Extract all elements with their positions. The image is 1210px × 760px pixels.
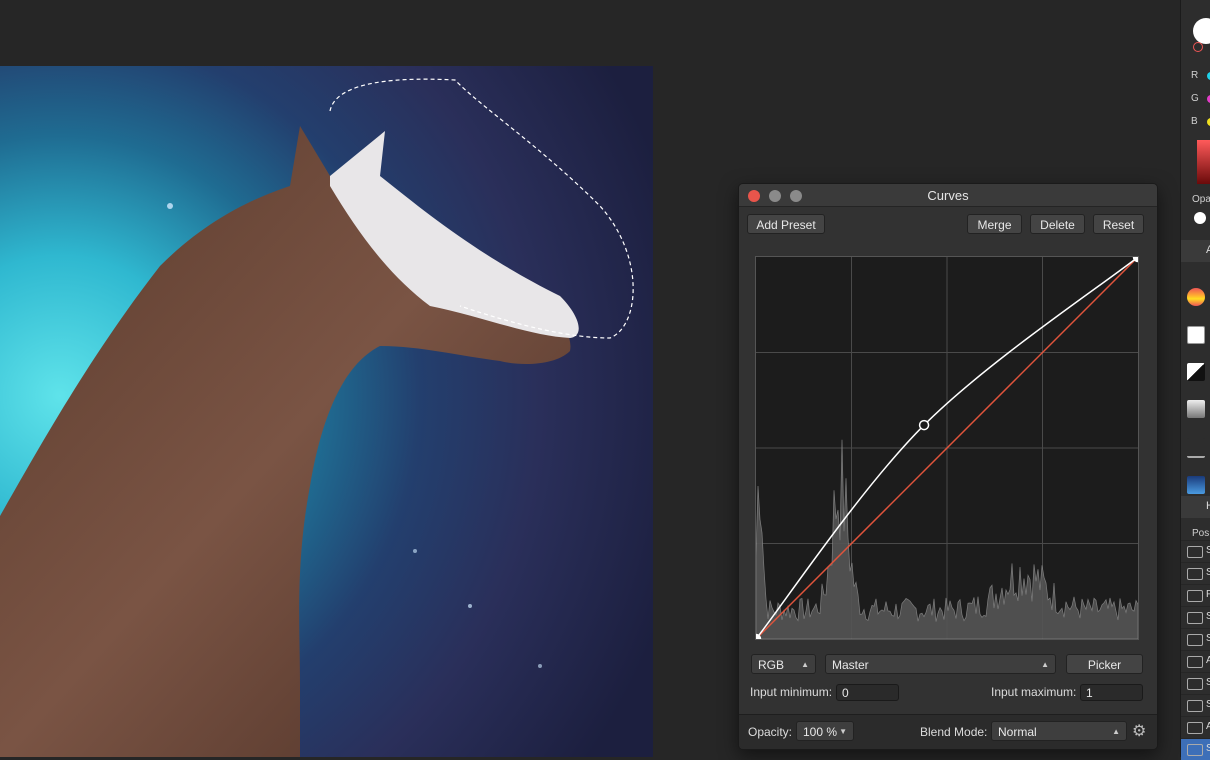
chevron-updown-icon: ▲ — [801, 660, 809, 669]
opacity-select[interactable]: 100 % ▼ — [796, 721, 854, 741]
camera-icon — [1187, 612, 1203, 624]
layer-name: P — [1206, 589, 1210, 600]
layer-row[interactable]: P — [1181, 584, 1210, 606]
layer-name: S — [1206, 567, 1210, 578]
curves-footer: Opacity: 100 % ▼ Blend Mode: Normal ▲ ⚙ — [739, 714, 1157, 749]
camera-icon — [1187, 744, 1203, 756]
chevron-updown-icon: ▲ — [1041, 660, 1049, 669]
gear-icon[interactable]: ⚙ — [1132, 721, 1146, 741]
input-minimum-label: Input minimum: — [750, 685, 833, 699]
histogram-icon[interactable] — [1187, 438, 1205, 458]
curves-graph-svg[interactable] — [750, 251, 1144, 645]
curves-adjust-icon[interactable] — [1187, 326, 1205, 344]
camera-icon — [1187, 546, 1203, 558]
reset-button[interactable]: Reset — [1093, 214, 1144, 234]
no-color-icon[interactable] — [1193, 42, 1203, 52]
opacity-label: Opacity: — [748, 725, 793, 739]
camera-icon — [1187, 700, 1203, 712]
chevron-down-icon: ▼ — [839, 727, 847, 736]
gradient-map-icon[interactable] — [1187, 400, 1205, 418]
input-maximum-label: Input maximum: — [991, 685, 1077, 699]
levels-adjust-icon[interactable] — [1187, 363, 1205, 381]
layer-name: S — [1206, 677, 1210, 688]
input-maximum-field[interactable]: 1 — [1080, 684, 1143, 701]
input-minimum-field[interactable]: 0 — [836, 684, 899, 701]
right-side-panels: R G B Opa A H Pos SSPSSASSAS — [1180, 0, 1210, 760]
layer-name: A — [1206, 721, 1210, 732]
blend-mode-label: Blend Mode: — [920, 725, 988, 739]
channel-select-value: RGB — [758, 658, 785, 672]
curve-control-point[interactable] — [918, 419, 930, 431]
tab2-label: H — [1206, 500, 1210, 512]
layer-row[interactable]: S — [1181, 694, 1210, 716]
chevron-updown-icon: ▲ — [1112, 727, 1120, 736]
layer-name: S — [1206, 633, 1210, 644]
camera-icon — [1187, 678, 1203, 690]
layer-name: S — [1206, 611, 1210, 622]
horse-image-art — [0, 78, 634, 757]
channel-g-label: G — [1191, 93, 1199, 104]
opacity-label-strip: Opa — [1192, 194, 1210, 205]
camera-icon — [1187, 590, 1203, 602]
channel-select[interactable]: RGB ▲ — [751, 654, 816, 674]
layer-row[interactable]: S — [1181, 606, 1210, 628]
layer-row[interactable]: S — [1181, 540, 1210, 562]
blend-mode-value: Normal — [998, 725, 1037, 739]
layer-name: A — [1206, 655, 1210, 666]
camera-icon — [1187, 568, 1203, 580]
picker-button[interactable]: Picker — [1066, 654, 1143, 674]
opacity-knob[interactable] — [1194, 212, 1206, 224]
blend-mode-select[interactable]: Normal ▲ — [991, 721, 1127, 741]
panel-tab-history[interactable]: H — [1181, 496, 1210, 518]
opacity-value: 100 % — [803, 725, 838, 739]
horse-photo[interactable] — [0, 66, 653, 757]
channel-r-label: R — [1191, 70, 1199, 81]
camera-icon — [1187, 722, 1203, 734]
add-preset-button[interactable]: Add Preset — [747, 214, 825, 234]
curves-panel: Curves Add Preset Merge Delete Reset RGB… — [738, 183, 1158, 750]
camera-icon — [1187, 634, 1203, 646]
rainbow-adjust-icon[interactable] — [1187, 288, 1205, 306]
mode-select[interactable]: Master ▲ — [825, 654, 1056, 674]
mode-select-value: Master — [832, 658, 869, 672]
camera-icon — [1187, 656, 1203, 668]
layer-name: S — [1206, 743, 1210, 754]
tab-label: A — [1206, 244, 1210, 256]
color-swatch-circle[interactable] — [1193, 18, 1210, 44]
panel-tab-adjustments[interactable]: A — [1181, 240, 1210, 262]
position-label: Pos — [1192, 528, 1210, 539]
layer-row[interactable]: A — [1181, 716, 1210, 738]
curves-titlebar[interactable]: Curves — [739, 184, 1157, 207]
layer-row[interactable]: S — [1181, 562, 1210, 584]
layer-name: S — [1206, 699, 1210, 710]
layer-row[interactable]: S — [1181, 672, 1210, 694]
merge-button[interactable]: Merge — [967, 214, 1022, 234]
layer-row[interactable]: A — [1181, 650, 1210, 672]
layer-row[interactable]: S — [1181, 628, 1210, 650]
channel-b-label: B — [1191, 116, 1198, 127]
layer-name: S — [1206, 545, 1210, 556]
delete-button[interactable]: Delete — [1030, 214, 1085, 234]
color-spectrum[interactable] — [1197, 140, 1210, 184]
thumbnail-icon[interactable] — [1187, 476, 1205, 494]
panel-title: Curves — [927, 188, 969, 203]
curves-graph[interactable] — [750, 251, 1144, 645]
